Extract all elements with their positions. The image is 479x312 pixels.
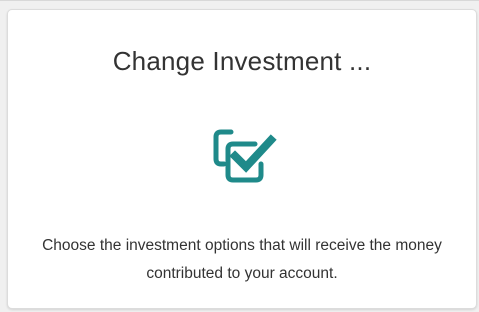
top-divider <box>0 0 479 1</box>
card-description: Choose the investment options that will … <box>42 237 442 282</box>
card-title: Change Investment ... <box>112 46 372 76</box>
change-investment-card[interactable]: Change Investment ... Choose the investm… <box>7 9 477 309</box>
document-checkmark-icon <box>209 126 277 188</box>
